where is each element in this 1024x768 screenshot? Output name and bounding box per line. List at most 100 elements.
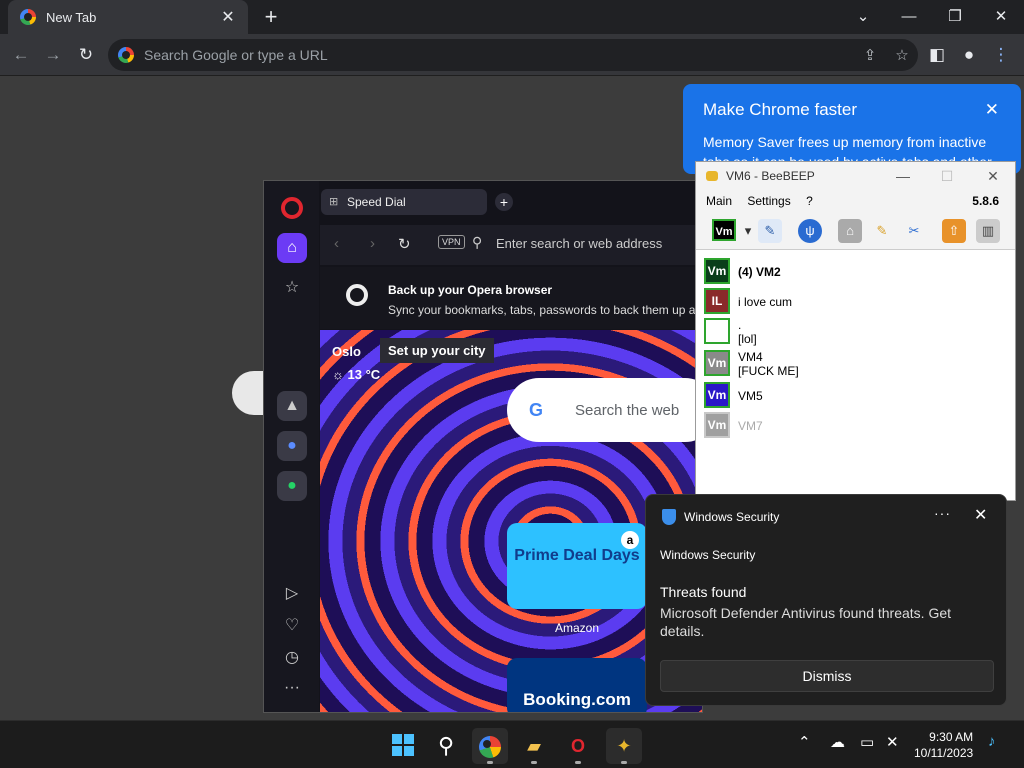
chrome-toolbar: ← → ↻ Search Google or type a URL ⇪ ☆ ◧ … (0, 34, 1024, 76)
beebeep-toolbar: Vm ▾ ✎ ψ ⌂ ✎ ✂ ⇧ ▥ (696, 212, 1015, 250)
back-icon[interactable]: ‹ (334, 235, 339, 252)
promo-close-icon[interactable]: ✕ (985, 100, 999, 120)
reload-icon[interactable]: ↻ (73, 42, 99, 68)
more-icon[interactable]: ··· (277, 673, 307, 703)
pencil-icon[interactable]: ✎ (870, 219, 894, 243)
edit-profile-icon[interactable]: ✎ (758, 219, 782, 243)
avatar (704, 318, 730, 344)
booking-tile-text: Booking.com (523, 690, 631, 709)
weather-city[interactable]: Oslo (332, 344, 361, 359)
google-icon (118, 47, 134, 63)
network-icon[interactable]: ▭ (860, 733, 874, 751)
tab-search-icon[interactable]: ⌄ (848, 4, 878, 30)
beebeep-taskbar-icon[interactable]: ✦ (606, 728, 642, 764)
user-status-badge[interactable]: Vm (712, 219, 736, 241)
side-panel-icon[interactable]: ◧ (924, 42, 950, 68)
player-icon[interactable]: ▷ (277, 579, 307, 609)
share-icon[interactable]: ⇪ (854, 46, 886, 64)
opera-address-input[interactable]: Enter search or web address (496, 236, 662, 251)
file-explorer-icon[interactable]: ▰ (516, 728, 552, 764)
opera-logo-icon (346, 284, 368, 306)
date: 10/11/2023 (914, 746, 974, 760)
notification-bell-icon[interactable]: ♪ (988, 733, 996, 750)
dropdown-arrow-icon[interactable]: ▾ (736, 219, 760, 243)
reload-icon[interactable]: ↻ (398, 235, 411, 253)
toast-headline: Threats found (660, 584, 747, 600)
close-button[interactable]: ✕ (978, 162, 1008, 190)
chrome-icon (20, 9, 36, 25)
avatar: Vm (704, 382, 730, 408)
close-icon[interactable]: ✕ (974, 505, 987, 525)
avatar: IL (704, 288, 730, 314)
chrome-taskbar-icon[interactable] (472, 728, 508, 764)
taskbar: ⚲ ▰ O ✦ ⌃ ☁ ▭ ✕ 9:30 AM 10/11/2023 ♪ (0, 720, 1024, 768)
close-tab-icon[interactable]: ✕ (218, 7, 238, 27)
upload-icon[interactable]: ⇧ (942, 219, 966, 243)
opera-logo-icon[interactable] (281, 197, 303, 219)
minimize-button[interactable]: — (888, 162, 918, 190)
toast-source: Windows Security (660, 548, 756, 562)
vpn-badge[interactable]: VPN (438, 235, 465, 249)
amazon-tile-text: Prime Deal Days (514, 547, 640, 564)
restore-button[interactable]: ❐ (940, 4, 970, 30)
opera-tab-title: Speed Dial (347, 195, 406, 209)
back-arrow-icon[interactable]: ← (8, 42, 34, 68)
avatar: Vm (704, 258, 730, 284)
forward-arrow-icon[interactable]: → (40, 42, 66, 68)
menu-help[interactable]: ? (806, 194, 813, 208)
bookmarks-star-icon[interactable]: ☆ (277, 273, 307, 303)
opera-taskbar-icon[interactable]: O (560, 728, 596, 764)
new-tab-button[interactable]: + (258, 4, 284, 30)
forward-icon[interactable]: › (370, 235, 375, 252)
network-icon[interactable]: ψ (798, 219, 822, 243)
bookmark-star-icon[interactable]: ☆ (886, 46, 918, 64)
home-folder-icon[interactable]: ⌂ (838, 219, 862, 243)
speed-dial-booking[interactable]: Booking.com (507, 658, 647, 712)
heart-icon[interactable]: ♡ (277, 611, 307, 641)
grid-icon: ⊞ (329, 196, 339, 208)
close-window-button[interactable]: ✕ (986, 4, 1016, 30)
user-name: . (738, 318, 742, 332)
opera-new-tab-button[interactable]: + (495, 193, 513, 211)
toast-message[interactable]: Microsoft Defender Antivirus found threa… (660, 604, 980, 640)
volume-muted-icon[interactable]: ✕ (886, 733, 899, 751)
more-options-icon[interactable]: ··· (934, 505, 951, 521)
shield-icon (662, 509, 676, 525)
beebeep-window: VM6 - BeeBEEP — ☐ ✕ Main Settings ? 5.8.… (695, 161, 1016, 501)
history-clock-icon[interactable]: ◷ (277, 643, 307, 673)
time: 9:30 AM (929, 730, 974, 744)
kebab-menu-icon[interactable]: ⋮ (988, 42, 1014, 68)
profile-icon[interactable]: ● (956, 42, 982, 68)
whatsapp-icon[interactable]: ● (277, 471, 307, 501)
windows-start-icon[interactable] (392, 734, 414, 756)
omnibox[interactable]: Search Google or type a URL ⇪ ☆ (108, 39, 918, 71)
menu-settings[interactable]: Settings (747, 194, 790, 208)
opera-window: ⌂ ☆ ▲ ● ● ▷ ♡ ◷ ··· ⊞ Speed Dial + ‹ › ↻… (263, 180, 703, 713)
tools-icon[interactable]: ✂ (902, 219, 926, 243)
menu-main[interactable]: Main (706, 194, 732, 208)
beebeep-menubar: Main Settings ? 5.8.6 (696, 190, 1015, 212)
clock[interactable]: 9:30 AM 10/11/2023 (914, 729, 973, 761)
web-search-placeholder: Search the web (575, 402, 680, 419)
search-icon[interactable]: ⚲ (428, 728, 464, 764)
maximize-button[interactable]: ☐ (932, 162, 962, 190)
windows-security-toast: Windows Security ··· ✕ Windows Security … (645, 494, 1007, 706)
onedrive-icon[interactable]: ☁ (830, 733, 845, 751)
trash-icon[interactable]: ▥ (976, 219, 1000, 243)
chrome-tab-new-tab[interactable]: New Tab ✕ (8, 0, 248, 34)
minimize-button[interactable]: — (894, 4, 924, 30)
aria-icon[interactable]: ▲ (277, 391, 307, 421)
toast-app-name: Windows Security (684, 510, 780, 524)
user-name: i love cum (738, 295, 793, 309)
promo-title: Make Chrome faster (703, 100, 857, 119)
messenger-icon[interactable]: ● (277, 431, 307, 461)
version-label: 5.8.6 (972, 194, 999, 208)
web-search-box[interactable]: G Search the web (507, 378, 702, 442)
amazon-icon: a (621, 531, 639, 549)
home-icon[interactable]: ⌂ (277, 233, 307, 263)
opera-tab-speed-dial[interactable]: ⊞ Speed Dial (321, 189, 487, 215)
dismiss-button[interactable]: Dismiss (660, 660, 994, 692)
show-hidden-icons-chevron[interactable]: ⌃ (798, 733, 811, 751)
tab-title: New Tab (46, 9, 97, 25)
speed-dial-amazon[interactable]: a Prime Deal Days (507, 523, 647, 609)
